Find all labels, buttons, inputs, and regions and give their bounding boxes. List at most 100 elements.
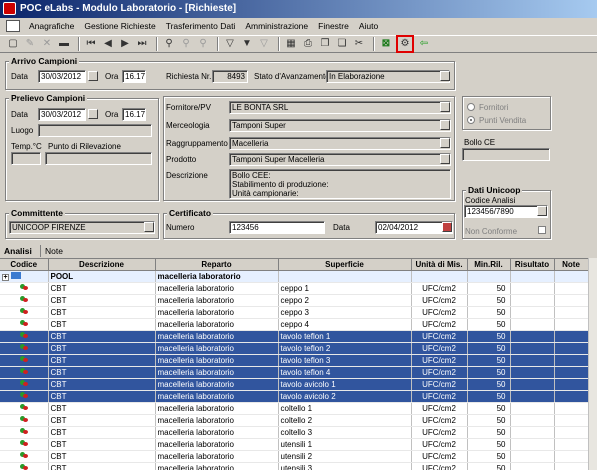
menu-gestione-richieste[interactable]: Gestione Richieste (79, 18, 160, 34)
paste-icon[interactable]: ❏ (335, 37, 349, 51)
row-descrizione: CBT (48, 294, 156, 307)
excel-export-icon[interactable]: ⊠ (379, 37, 393, 51)
row-reparto: macelleria laboratorio (155, 282, 279, 295)
table-row[interactable]: CBT macelleria laboratorio coltello 1 UFC/c… (0, 402, 589, 415)
fornitori-radio[interactable] (467, 103, 475, 111)
analysis-icon (19, 391, 29, 399)
filter-icon[interactable]: ▽ (223, 37, 237, 51)
table-row[interactable]: CBT macelleria laboratorio utensili 1 UFC/c… (0, 438, 589, 451)
codice-button[interactable] (537, 206, 547, 216)
tab-analisi[interactable]: Analisi (0, 245, 36, 257)
prelievo-data-field[interactable]: 30/03/2012 (38, 108, 86, 121)
main-window: POC eLabs - Modulo Laboratorio - [Richie… (0, 0, 597, 470)
col-risultato[interactable]: Risultato (510, 259, 555, 271)
previous-record-icon[interactable]: ◀ (101, 37, 115, 51)
exit-icon[interactable]: ⇦ (417, 37, 431, 51)
tab-note[interactable]: Note (40, 245, 67, 257)
luogo-field[interactable] (38, 124, 152, 137)
row-icon (0, 414, 49, 427)
row-superficie: ceppo 1 (278, 282, 412, 295)
cut-icon[interactable]: ✂ (352, 37, 366, 51)
document-icon[interactable] (6, 20, 20, 32)
punti-vendita-radio[interactable] (467, 116, 475, 124)
fornitori-label: Fornitori (479, 103, 509, 112)
non-conforme-checkbox[interactable] (538, 226, 546, 234)
new-icon[interactable]: ▢ (6, 37, 20, 51)
col-unita[interactable]: Unità di Mis. (411, 259, 468, 271)
find-next-icon[interactable]: ⚲ (179, 37, 193, 51)
col-codice[interactable]: Codice (0, 259, 49, 271)
arrivo-data-field[interactable]: 30/03/2012 (38, 70, 86, 83)
row-icon (0, 330, 49, 343)
row-risultato (510, 438, 555, 451)
filter-remove-icon[interactable]: ▽ (257, 37, 271, 51)
edit-icon[interactable]: ✎ (23, 37, 37, 51)
pool-row[interactable]: + POOL macelleria laboratorio (0, 270, 589, 283)
filter-apply-icon[interactable]: ▼ (240, 37, 254, 51)
row-min-ril: 50 (467, 414, 511, 427)
bollo-field[interactable] (462, 148, 550, 161)
table-row[interactable]: CBT macelleria laboratorio tavolo teflon 1… (0, 330, 589, 343)
grid-scrollbar[interactable] (588, 258, 597, 470)
delete-icon[interactable]: ▬ (57, 37, 71, 51)
table-row[interactable]: CBT macelleria laboratorio tavolo avicolo … (0, 390, 589, 403)
row-reparto: macelleria laboratorio (155, 342, 279, 355)
prelievo-ora-field[interactable]: 16.17 (122, 108, 146, 121)
menu-trasferimento-dati[interactable]: Trasferimento Dati (161, 18, 241, 34)
table-row[interactable]: CBT macelleria laboratorio utensili 3 UFC/c… (0, 462, 589, 470)
punto-field[interactable] (45, 152, 152, 165)
table-row[interactable]: CBT macelleria laboratorio tavolo teflon 2… (0, 342, 589, 355)
calendar-icon[interactable] (88, 71, 98, 81)
temp-field[interactable] (11, 152, 41, 165)
col-min-ril[interactable]: Min.Ril. (467, 259, 511, 271)
col-descrizione[interactable]: Descrizione (48, 259, 156, 271)
committente-dropdown-icon[interactable] (144, 222, 154, 232)
table-row[interactable]: CBT macelleria laboratorio tavolo teflon 3… (0, 354, 589, 367)
table-row[interactable]: CBT macelleria laboratorio ceppo 2 UFC/cm2 5… (0, 294, 589, 307)
arrivo-ora-field[interactable]: 16.17 (122, 70, 146, 83)
row-superficie: tavolo teflon 2 (278, 342, 412, 355)
calendar-icon[interactable] (442, 222, 452, 232)
raggruppamento-dropdown-icon[interactable] (440, 138, 450, 148)
menu-aiuto[interactable]: Aiuto (354, 18, 383, 34)
codice-analisi-field[interactable]: 123456/7890 (464, 205, 548, 218)
row-superficie: coltello 2 (278, 414, 412, 427)
certificato-data-label: Data (333, 223, 350, 232)
table-row[interactable]: CBT macelleria laboratorio coltello 2 UFC/c… (0, 414, 589, 427)
menu-finestre[interactable]: Finestre (313, 18, 354, 34)
numero-field[interactable]: 123456 (229, 221, 325, 234)
row-note (554, 318, 589, 331)
col-note[interactable]: Note (554, 259, 589, 271)
next-record-icon[interactable]: ▶ (118, 37, 132, 51)
table-row[interactable]: CBT macelleria laboratorio ceppo 4 UFC/cm2 5… (0, 318, 589, 331)
row-superficie: tavolo teflon 4 (278, 366, 412, 379)
col-reparto[interactable]: Reparto (155, 259, 279, 271)
col-superficie[interactable]: Superficie (278, 259, 412, 271)
cancel-icon[interactable]: ✕ (40, 37, 54, 51)
find-icon[interactable]: ⚲ (162, 37, 176, 51)
first-record-icon[interactable]: ⏮ (84, 37, 98, 51)
stato-dropdown-icon[interactable] (440, 71, 450, 81)
calendar-icon[interactable] (88, 109, 98, 119)
menu-amministrazione[interactable]: Amministrazione (240, 18, 313, 34)
table-row[interactable]: CBT macelleria laboratorio ceppo 1 UFC/cm2 5… (0, 282, 589, 295)
grid-icon[interactable]: ▦ (284, 37, 298, 51)
pool-icon[interactable]: + (0, 270, 49, 283)
print-icon[interactable]: ⎙ (301, 37, 315, 51)
table-row[interactable]: CBT macelleria laboratorio utensili 2 UFC/c… (0, 450, 589, 463)
row-descrizione: CBT (48, 354, 156, 367)
merceologia-dropdown-icon[interactable] (440, 120, 450, 130)
last-record-icon[interactable]: ⏭ (135, 37, 149, 51)
row-unita: UFC/cm2 (411, 354, 468, 367)
settings-icon[interactable]: ⚙ (396, 35, 414, 53)
table-row[interactable]: CBT macelleria laboratorio ceppo 3 UFC/cm2 5… (0, 306, 589, 319)
table-row[interactable]: CBT macelleria laboratorio tavolo avicolo … (0, 378, 589, 391)
table-row[interactable]: CBT macelleria laboratorio coltello 3 UFC/c… (0, 426, 589, 439)
menu-anagrafiche[interactable]: Anagrafiche (24, 18, 79, 34)
copy-icon[interactable]: ❐ (318, 37, 332, 51)
row-descrizione: CBT (48, 438, 156, 451)
fornitore-dropdown-icon[interactable] (440, 102, 450, 112)
table-row[interactable]: CBT macelleria laboratorio tavolo teflon 4… (0, 366, 589, 379)
find-prev-icon[interactable]: ⚲ (196, 37, 210, 51)
prodotto-dropdown-icon[interactable] (440, 154, 450, 164)
